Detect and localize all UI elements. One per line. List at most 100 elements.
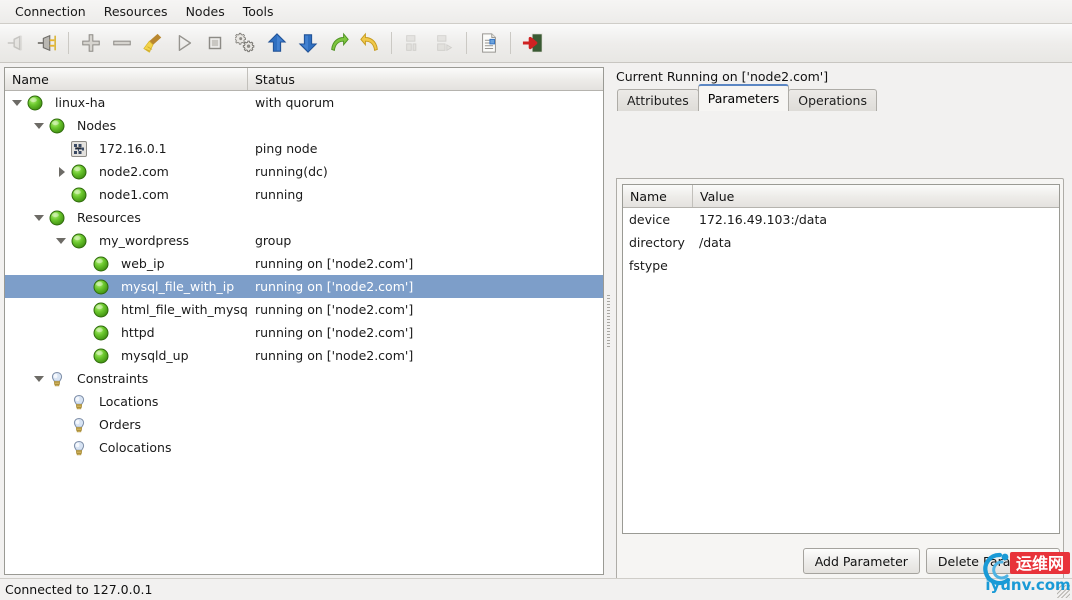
menu-tools[interactable]: Tools	[234, 2, 283, 22]
green-ball-icon	[49, 118, 71, 134]
bulb-icon	[73, 440, 85, 455]
tree-row[interactable]: web_ip running on ['node2.com']	[5, 252, 603, 275]
unmigrate-undo-icon[interactable]	[355, 28, 384, 58]
column-header-name[interactable]: Name	[5, 68, 248, 90]
parameter-row[interactable]: fstype	[623, 254, 1059, 277]
tree-row-label: node2.com	[99, 164, 169, 179]
connect-icon[interactable]	[32, 28, 61, 58]
parameter-name-cell: fstype	[629, 258, 668, 273]
exit-door-icon	[522, 33, 543, 53]
tree-row[interactable]: Nodes	[5, 114, 603, 137]
tree-row[interactable]: httpd running on ['node2.com']	[5, 321, 603, 344]
tree-row[interactable]: Colocations	[5, 436, 603, 459]
tree-row[interactable]: Orders	[5, 413, 603, 436]
collapse-triangle-icon[interactable]	[33, 372, 47, 386]
bulb-icon	[51, 371, 63, 386]
green-ball-icon	[49, 118, 65, 133]
expand-triangle-icon[interactable]	[55, 165, 69, 179]
toolbar-separator	[466, 32, 467, 54]
tree-row[interactable]: linux-ha with quorum	[5, 91, 603, 114]
green-ball-icon	[93, 279, 109, 294]
manage-gears-icon[interactable]	[231, 28, 260, 58]
param-column-header-value[interactable]: Value	[693, 185, 1059, 207]
tree-row-status: running on ['node2.com']	[255, 348, 414, 363]
param-column-header-name[interactable]: Name	[623, 185, 693, 207]
tree-row[interactable]: Locations	[5, 390, 603, 413]
migrate-redo-icon[interactable]	[324, 28, 353, 58]
collapse-triangle-icon[interactable]	[11, 96, 25, 110]
tree-row[interactable]: node1.com running	[5, 183, 603, 206]
tree-row-label: Constraints	[77, 371, 149, 386]
tree-row-name-cell: node1.com	[5, 187, 248, 203]
tree-row-status: running	[255, 187, 304, 202]
parameter-row[interactable]: device 172.16.49.103:/data	[623, 208, 1059, 231]
tree-row-label: my_wordpress	[99, 233, 190, 248]
details-tabstrip: Attributes Parameters Operations	[612, 84, 1068, 111]
column-header-status[interactable]: Status	[248, 68, 603, 90]
add-parameter-button[interactable]: Add Parameter	[802, 548, 920, 574]
tree-row[interactable]: mysql_file_with_ip running on ['node2.com…	[5, 275, 603, 298]
add-icon[interactable]	[76, 28, 105, 58]
green-ball-icon	[93, 256, 115, 272]
menu-resources[interactable]: Resources	[95, 2, 177, 22]
splitter-grip-icon	[606, 295, 610, 347]
disconnect-icon	[7, 35, 22, 51]
tree-row-status: with quorum	[255, 95, 335, 110]
parameter-value-cell[interactable]: 172.16.49.103:/data	[693, 212, 1059, 227]
parameters-grid-rows[interactable]: device 172.16.49.103:/data directory/data f…	[623, 208, 1059, 277]
move-down-arrow-icon[interactable]	[293, 28, 322, 58]
pane-splitter[interactable]	[604, 67, 612, 575]
connect-icon	[37, 34, 56, 52]
parameter-row[interactable]: directory/data	[623, 231, 1059, 254]
parameter-name-cell: directory	[629, 235, 685, 250]
collapse-triangle-icon[interactable]	[33, 211, 47, 225]
window-resize-grip-icon[interactable]	[1057, 585, 1070, 598]
cleanup-broom-icon	[142, 33, 161, 53]
status-bar-text: Connected to 127.0.0.1	[5, 582, 153, 597]
remove-icon	[112, 40, 131, 46]
menu-nodes[interactable]: Nodes	[177, 2, 234, 22]
green-ball-icon	[49, 210, 71, 226]
tree-row[interactable]: 172.16.0.1 ping node	[5, 137, 603, 160]
tree-row-label: Resources	[77, 210, 141, 225]
tab-attributes[interactable]: Attributes	[617, 89, 699, 111]
green-ball-icon	[93, 325, 109, 340]
tree-row[interactable]: html_file_with_mysql running on ['node2.c…	[5, 298, 603, 321]
parameters-grid[interactable]: Name Value device 172.16.49.103:/data dire…	[622, 184, 1060, 534]
tree-row[interactable]: Constraints	[5, 367, 603, 390]
tree-row-label: linux-ha	[55, 95, 106, 110]
cluster-tree-pane: Name Status linux-ha with quorum Nodes 172.…	[4, 67, 604, 575]
tree-row[interactable]: node2.com running(dc)	[5, 160, 603, 183]
tree-row-name-cell: linux-ha	[5, 95, 248, 111]
menu-connection[interactable]: Connection	[6, 2, 95, 22]
tab-operations[interactable]: Operations	[788, 89, 877, 111]
move-up-arrow-icon[interactable]	[262, 28, 291, 58]
tab-parameters[interactable]: Parameters	[697, 84, 790, 111]
tree-row-status: running on ['node2.com']	[255, 325, 414, 340]
tree-column-headers: Name Status	[5, 68, 603, 91]
tree-row-label: 172.16.0.1	[99, 141, 167, 156]
green-ball-icon	[71, 164, 87, 179]
cleanup-broom-icon[interactable]	[138, 28, 167, 58]
bulb-icon	[49, 371, 71, 387]
remove-icon[interactable]	[107, 28, 136, 58]
tree-row[interactable]: mysqld_up running on ['node2.com']	[5, 344, 603, 367]
tree-rows[interactable]: linux-ha with quorum Nodes 172.16.0.1 ping n…	[5, 91, 603, 574]
delete-parameter-button[interactable]: Delete Parameter	[925, 548, 1060, 574]
unmigrate-undo-icon	[359, 32, 378, 51]
parameters-tab-panel: Name Value device 172.16.49.103:/data dire…	[616, 178, 1064, 581]
parameter-value-cell[interactable]: /data	[693, 235, 1059, 250]
tree-row[interactable]: Resources	[5, 206, 603, 229]
collapse-triangle-icon[interactable]	[33, 119, 47, 133]
start-play-icon[interactable]	[169, 28, 198, 58]
tree-row-status: group	[255, 233, 292, 248]
tree-row[interactable]: my_wordpress group	[5, 229, 603, 252]
exit-door-icon[interactable]	[518, 28, 547, 58]
stop-square-icon[interactable]	[200, 28, 229, 58]
document-properties-icon[interactable]	[474, 28, 503, 58]
collapse-triangle-icon[interactable]	[55, 234, 69, 248]
green-ball-icon	[71, 233, 87, 248]
tree-row-status: running on ['node2.com']	[255, 279, 414, 294]
